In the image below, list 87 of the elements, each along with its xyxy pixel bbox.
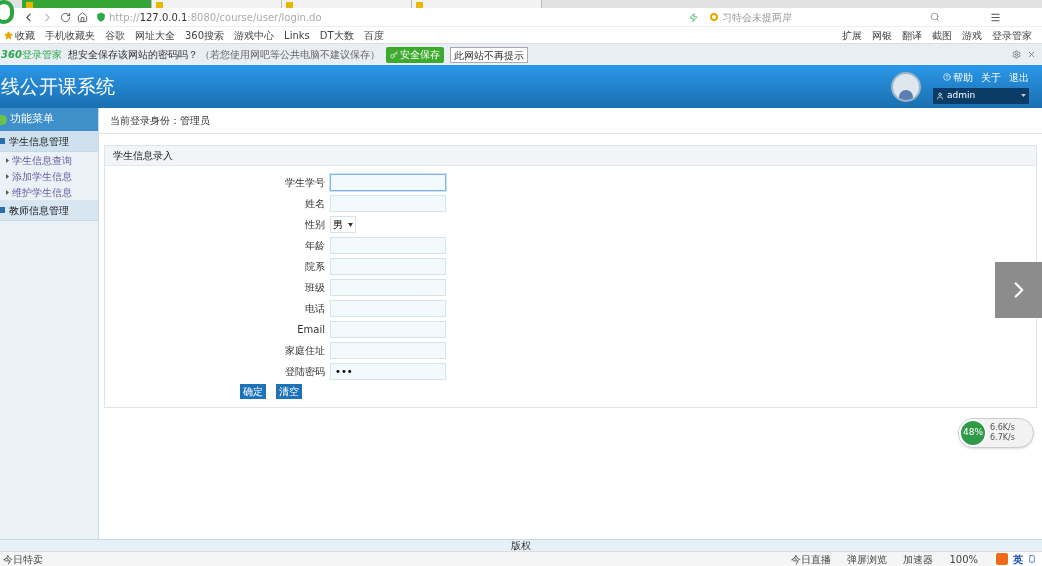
- shield-icon: [96, 12, 106, 22]
- field-label: 年龄: [304, 239, 326, 253]
- menu-item[interactable]: 学生信息查询: [12, 152, 72, 168]
- user-dropdown[interactable]: admin: [933, 87, 1029, 104]
- app-title: 线公开课系统: [1, 74, 115, 100]
- header-link[interactable]: 关于: [981, 69, 1001, 85]
- field-label: 登陆密码: [284, 365, 326, 379]
- menu-item[interactable]: 维护学生信息: [12, 184, 72, 200]
- ime-mode[interactable]: 英: [1013, 551, 1023, 566]
- bookmark-link[interactable]: DT大数: [319, 27, 354, 43]
- extension-button[interactable]: 登录管家: [992, 27, 1032, 43]
- menu-group[interactable]: 学生信息管理: [0, 131, 98, 152]
- gender-select[interactable]: 男: [330, 216, 356, 233]
- browser-tab[interactable]: [152, 0, 282, 8]
- browser-tab[interactable]: [282, 0, 412, 8]
- field-label: Email: [296, 323, 326, 337]
- next-arrow-button[interactable]: [995, 262, 1042, 318]
- settings-icon[interactable]: [1012, 50, 1021, 59]
- bullet-arrow-icon: [6, 173, 9, 179]
- bullet-arrow-icon: [6, 189, 9, 195]
- upload-speed: 6.6K/s: [990, 423, 1015, 433]
- field-label: 家庭住址: [284, 344, 326, 358]
- field-label: 院系: [304, 260, 326, 274]
- never-ask-button[interactable]: 此网站不再提示: [449, 46, 528, 63]
- star-icon: [4, 30, 13, 40]
- status-item[interactable]: 弹屏浏览: [847, 551, 888, 566]
- sogou-logo-icon: [996, 553, 1008, 565]
- field-label: 班级: [304, 281, 326, 295]
- reload-icon[interactable]: [60, 11, 71, 23]
- bookmark-link[interactable]: 网址大全: [135, 27, 175, 43]
- address-field[interactable]: http://127.0.0.1:8080/course/user/login.do: [109, 9, 669, 25]
- field-label: 姓名: [304, 197, 326, 211]
- tab-favicon-icon: [416, 2, 423, 8]
- download-speed: 6.7K/s: [990, 433, 1015, 443]
- header-link[interactable]: 帮助: [943, 69, 973, 85]
- form-button[interactable]: 清空: [276, 384, 302, 399]
- bookmark-link[interactable]: 百度: [363, 27, 384, 43]
- extension-button[interactable]: 网银: [872, 27, 892, 43]
- brand-label: 登录管家: [21, 48, 62, 62]
- form-button[interactable]: 确定: [240, 384, 266, 399]
- tab-favicon-icon: [286, 2, 293, 8]
- bookmark-link[interactable]: 收藏: [15, 27, 35, 43]
- bookmark-link[interactable]: 360搜索: [185, 27, 225, 43]
- key-icon: [389, 50, 398, 59]
- phone-icon[interactable]: [1028, 555, 1036, 563]
- menu-item[interactable]: 添加学生信息: [12, 168, 72, 184]
- field-label: 学生学号: [284, 176, 326, 190]
- password-field[interactable]: •••: [330, 363, 446, 380]
- bookmark-link[interactable]: Links: [284, 27, 310, 43]
- status-item[interactable]: 100%: [949, 551, 978, 566]
- user-icon: [936, 91, 944, 100]
- bookmark-link[interactable]: 手机收藏夹: [45, 27, 95, 43]
- status-item[interactable]: 今日直播: [791, 551, 832, 566]
- menu-header: 功能菜单: [0, 108, 98, 131]
- header-link[interactable]: 退出: [1009, 69, 1029, 85]
- avatar: [891, 71, 921, 102]
- field-label: 性别: [304, 218, 326, 232]
- menu-icon[interactable]: [990, 11, 1001, 23]
- panel-title: 学生信息录入: [105, 146, 1036, 166]
- extension-button[interactable]: 翻译: [902, 27, 922, 43]
- search-icon[interactable]: [930, 12, 940, 22]
- status-link[interactable]: 今日特卖: [3, 551, 43, 566]
- menu-group[interactable]: 教师信息管理: [0, 200, 98, 221]
- footer: 版权: [0, 539, 1042, 551]
- dropdown-arrow-icon: [348, 222, 353, 227]
- bullet-arrow-icon: [6, 157, 9, 163]
- tab-favicon-icon: [156, 2, 163, 8]
- brand-logo: 360: [1, 48, 22, 62]
- close-icon[interactable]: [1027, 50, 1036, 59]
- text-field[interactable]: [330, 174, 446, 191]
- extension-button[interactable]: 截图: [932, 27, 952, 43]
- help-icon: [943, 73, 951, 81]
- tab-favicon-icon: [26, 2, 33, 8]
- cpu-percent: 48%: [959, 419, 987, 447]
- lightning-icon: [689, 12, 698, 22]
- dropdown-arrow-icon: [1021, 94, 1026, 97]
- bookmark-link[interactable]: 游戏中心: [234, 27, 275, 43]
- browser-tab[interactable]: [412, 0, 542, 8]
- breadcrumb: 当前登录身份：管理员: [99, 108, 1042, 134]
- extension-button[interactable]: 游戏: [962, 27, 982, 43]
- password-prompt: 想安全保存该网站的密码吗？: [67, 48, 198, 62]
- extension-button[interactable]: 扩展: [842, 27, 862, 43]
- field-label: 电话: [304, 302, 326, 316]
- status-item[interactable]: 加速器: [903, 551, 934, 566]
- bookmark-link[interactable]: 谷歌: [105, 27, 125, 43]
- home-icon[interactable]: [77, 11, 88, 23]
- prompt-note: （若您使用网吧等公共电脑不建议保存）: [199, 48, 380, 62]
